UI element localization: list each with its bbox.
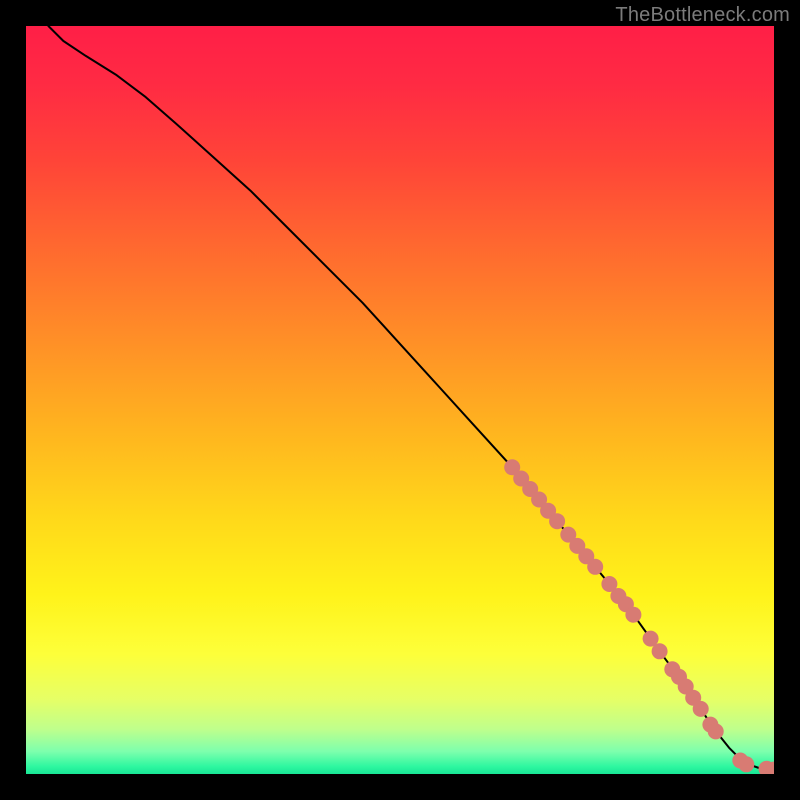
chart-frame: TheBottleneck.com [0, 0, 800, 800]
attribution-text: TheBottleneck.com [615, 4, 790, 27]
plot-gradient-background [26, 26, 774, 774]
